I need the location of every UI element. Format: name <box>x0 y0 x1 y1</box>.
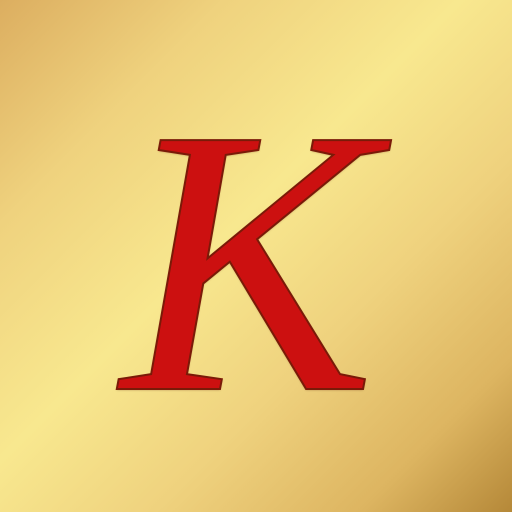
app-icon-letter: K <box>120 51 375 472</box>
app-icon-tile: K <box>0 0 512 512</box>
